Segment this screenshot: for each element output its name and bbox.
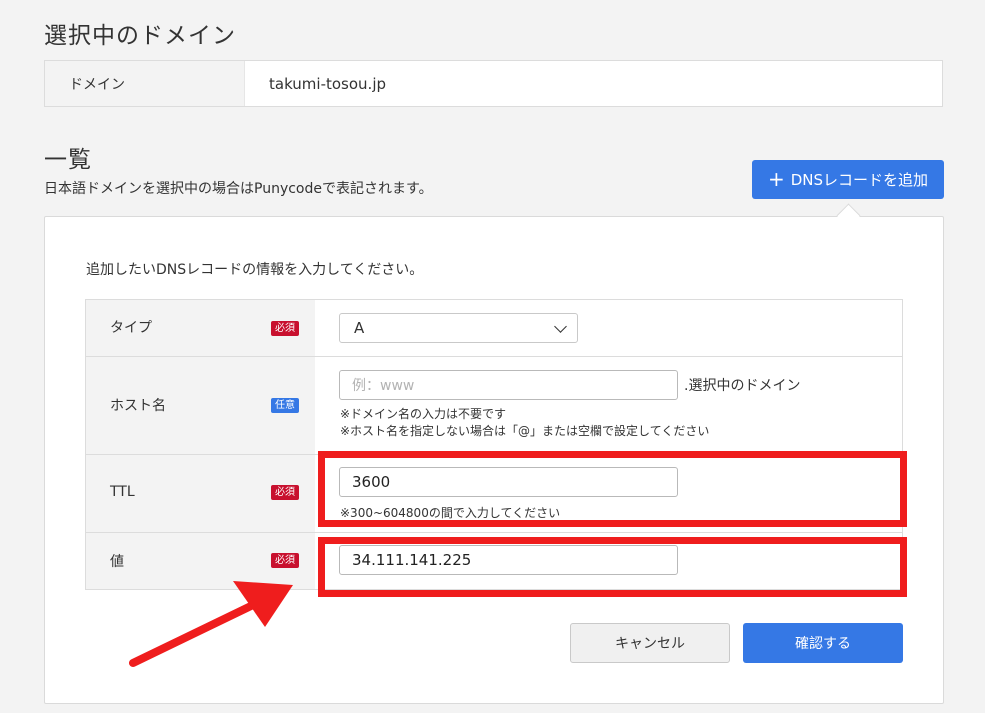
optional-badge: 任意 [271,398,299,413]
ttl-label: TTL [110,484,135,500]
punycode-note: 日本語ドメインを選択中の場合はPunycodeで表記されます。 [44,181,433,197]
type-select-value: A [354,319,365,337]
row-divider [86,356,902,357]
type-select[interactable]: A [339,313,578,343]
required-badge: 必須 [271,485,299,500]
selected-domain-table: ドメイン takumi-tosou.jp [44,60,943,107]
ttl-row-label: TTL 必須 [86,455,315,532]
cancel-button[interactable]: キャンセル [570,623,730,663]
type-row-label: タイプ 必須 [86,300,315,356]
value-highlight-box [318,537,907,597]
required-badge: 必須 [271,553,299,568]
plus-icon: + [767,166,785,191]
type-label: タイプ [110,320,152,336]
annotation-arrow-icon [129,581,293,667]
host-help-2: ※ホスト名を指定しない場合は「@」または空欄で設定してください [340,424,710,438]
host-suffix: .選択中のドメイン [684,378,801,394]
list-title: 一覧 [44,147,92,173]
domain-value: takumi-tosou.jp [269,74,387,93]
chevron-down-icon [554,320,567,333]
required-badge: 必須 [271,321,299,336]
domain-label: ドメイン [45,61,245,106]
confirm-button[interactable]: 確認する [743,623,903,663]
value-label: 値 [110,554,124,570]
host-row-label: ホスト名 任意 [86,357,315,454]
add-dns-record-label: DNSレコードを追加 [790,171,929,189]
form-intro: 追加したいDNSレコードの情報を入力してください。 [86,262,424,278]
row-divider [86,532,902,533]
ttl-highlight-box [318,451,907,527]
selected-domain-title: 選択中のドメイン [44,23,236,49]
add-dns-record-button[interactable]: + DNSレコードを追加 [752,160,944,199]
host-input[interactable]: 例：www [339,370,678,400]
host-label: ホスト名 [110,398,166,414]
host-help-1: ※ドメイン名の入力は不要です [340,407,507,421]
